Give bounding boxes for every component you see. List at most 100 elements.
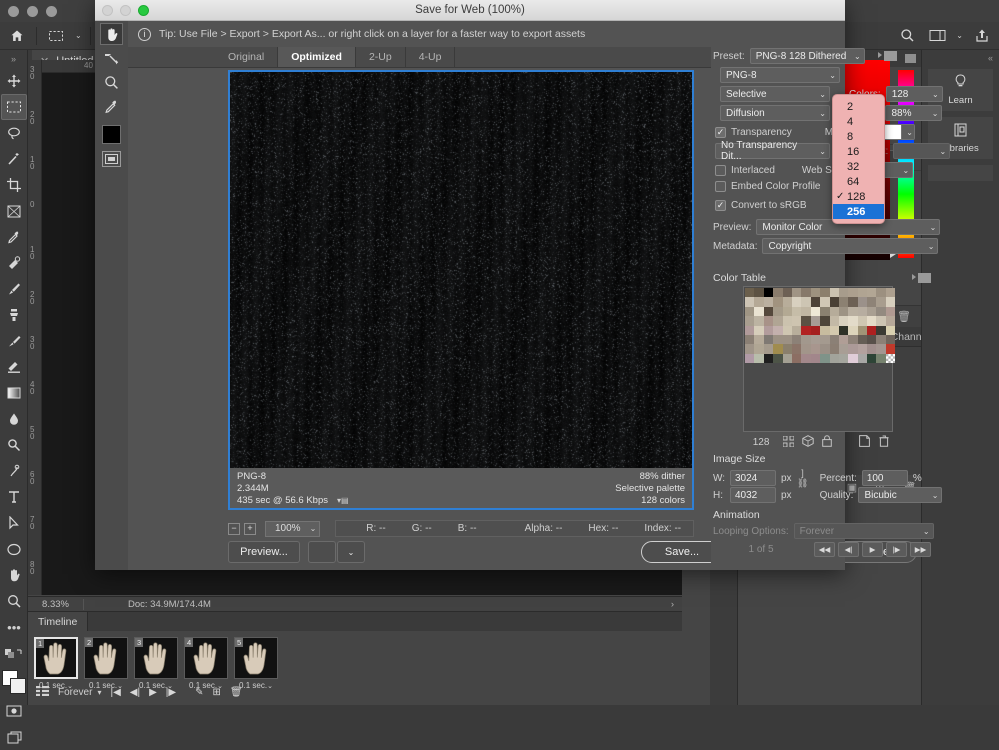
timeline-panel[interactable]: Timeline 1 0.1 sec.⌄ 2 0.1 sec.⌄ 3 0.1 sec… bbox=[28, 611, 682, 705]
search-icon[interactable] bbox=[896, 26, 918, 46]
play-icon[interactable]: ▶ bbox=[862, 542, 883, 557]
image-preview[interactable]: PNG-8 88% dither 2.344M Selective palett… bbox=[228, 70, 694, 510]
hand-tool-icon[interactable] bbox=[1, 562, 27, 588]
width-field[interactable]: 3024 bbox=[730, 470, 776, 486]
transparency-checkbox[interactable] bbox=[715, 126, 726, 138]
color-swatch[interactable] bbox=[820, 325, 830, 335]
first-frame-icon[interactable]: |◀ bbox=[110, 687, 120, 698]
color-swatch[interactable] bbox=[876, 334, 886, 345]
color-swatch[interactable] bbox=[820, 316, 830, 326]
color-swatch[interactable] bbox=[754, 344, 764, 354]
tween-icon[interactable] bbox=[36, 685, 49, 700]
color-swatch[interactable] bbox=[857, 334, 868, 345]
color-swatch[interactable] bbox=[820, 334, 830, 345]
color-swatch[interactable] bbox=[867, 306, 877, 317]
color-swatch[interactable] bbox=[763, 353, 774, 364]
color-swatch[interactable] bbox=[791, 344, 802, 354]
color-swatch[interactable] bbox=[763, 334, 774, 345]
browser-preview-icon[interactable]: ? bbox=[308, 541, 336, 563]
preview-mode-tabs[interactable]: Original Optimized 2-Up 4-Up bbox=[128, 47, 711, 68]
dodge-tool-icon[interactable] bbox=[1, 432, 27, 458]
slice-select-tool-icon[interactable] bbox=[100, 47, 123, 69]
color-swatch[interactable] bbox=[857, 288, 868, 298]
percent-field[interactable]: 100 bbox=[861, 470, 908, 486]
ellipse-tool-icon[interactable] bbox=[1, 536, 27, 562]
delete-frame-icon[interactable]: 🗑 bbox=[230, 687, 243, 698]
colors-option-2[interactable]: 2 bbox=[833, 99, 884, 114]
color-swatch[interactable] bbox=[773, 288, 783, 298]
move-tool-icon[interactable] bbox=[1, 68, 27, 94]
zoom-percentage[interactable]: 8.33% bbox=[28, 598, 84, 610]
color-swatch[interactable] bbox=[745, 334, 755, 345]
grid-icon[interactable] bbox=[779, 435, 798, 450]
colors-option-8[interactable]: 8 bbox=[833, 129, 884, 144]
color-swatch[interactable] bbox=[773, 316, 783, 326]
document-status-bar[interactable]: 8.33% Doc: 34.9M/174.4M › bbox=[28, 596, 682, 611]
color-swatch[interactable] bbox=[745, 344, 755, 354]
minimize-window-button[interactable] bbox=[120, 5, 131, 16]
blur-tool-icon[interactable] bbox=[1, 406, 27, 432]
dialog-tools-column[interactable] bbox=[95, 21, 128, 570]
chevron-down-icon[interactable]: ⌄ bbox=[75, 31, 82, 40]
color-swatch[interactable] bbox=[810, 306, 821, 317]
color-swatch[interactable] bbox=[848, 297, 858, 307]
color-swatch[interactable] bbox=[745, 297, 755, 307]
workspace-icon[interactable] bbox=[926, 26, 948, 46]
color-swatch[interactable] bbox=[763, 344, 774, 354]
color-swatch[interactable] bbox=[745, 288, 755, 298]
color-reduction-select[interactable]: Selective ⌄ bbox=[720, 86, 830, 102]
dock-item-extra[interactable] bbox=[928, 165, 993, 181]
color-swatch[interactable] bbox=[763, 316, 774, 326]
convert-srgb-checkbox[interactable] bbox=[715, 200, 726, 211]
collapse-dock-icon[interactable]: « bbox=[922, 50, 999, 63]
color-swatch[interactable] bbox=[763, 288, 774, 298]
color-swatch[interactable] bbox=[754, 353, 764, 364]
color-swatch[interactable] bbox=[801, 297, 811, 307]
eraser-tool-icon[interactable] bbox=[1, 354, 27, 380]
preview-button[interactable]: Preview... bbox=[228, 541, 300, 563]
color-swatch[interactable] bbox=[791, 316, 802, 326]
color-swatch[interactable] bbox=[829, 344, 839, 354]
screen-mode-icon[interactable] bbox=[1, 724, 27, 750]
color-swatch[interactable] bbox=[848, 325, 858, 335]
color-swatch[interactable] bbox=[745, 316, 755, 326]
color-swatch[interactable] bbox=[754, 297, 764, 307]
color-swatch[interactable] bbox=[838, 334, 849, 345]
color-swatch[interactable] bbox=[857, 325, 868, 335]
loop-options-select[interactable]: Forever ▾ bbox=[58, 687, 101, 698]
colors-option-64[interactable]: 64 bbox=[833, 174, 884, 189]
color-swatch[interactable] bbox=[754, 325, 764, 335]
color-swatch[interactable] bbox=[773, 325, 783, 335]
color-swatch[interactable] bbox=[829, 325, 839, 335]
zoom-level-select[interactable]: 100% ⌄ bbox=[265, 520, 321, 537]
quality-select[interactable]: Bicubic ⌄ bbox=[858, 487, 943, 503]
color-swatch[interactable] bbox=[838, 288, 849, 298]
timeline-controls[interactable]: Forever ▾ |◀ ◀| ▶ |▶ ✎ ⊞ 🗑 bbox=[28, 682, 682, 702]
color-swatch[interactable] bbox=[820, 344, 830, 354]
marquee-tool-icon[interactable] bbox=[45, 26, 67, 46]
tab-2-up[interactable]: 2-Up bbox=[356, 47, 406, 67]
color-swatch[interactable] bbox=[810, 353, 821, 364]
tools-panel[interactable]: » ••• bbox=[0, 50, 28, 743]
color-swatch[interactable] bbox=[810, 325, 821, 335]
color-swatch[interactable] bbox=[885, 353, 896, 364]
more-tools-icon[interactable]: ••• bbox=[1, 614, 27, 640]
color-swatch[interactable] bbox=[867, 334, 877, 345]
tab-original[interactable]: Original bbox=[215, 47, 279, 67]
color-swatch[interactable] bbox=[801, 306, 811, 317]
color-swatch[interactable] bbox=[801, 344, 811, 354]
status-expand-arrow[interactable]: › bbox=[671, 599, 682, 610]
colors-select[interactable]: 128 ⌄ bbox=[885, 86, 943, 102]
new-icon[interactable] bbox=[855, 435, 874, 450]
color-table-menu-icon[interactable] bbox=[912, 273, 931, 283]
file-format-select[interactable]: PNG-8 ⌄ bbox=[720, 67, 840, 83]
color-swatch[interactable] bbox=[829, 334, 839, 345]
foreground-background-color[interactable] bbox=[1, 669, 27, 695]
color-swatch[interactable] bbox=[782, 325, 792, 335]
color-swatch[interactable] bbox=[885, 316, 896, 326]
color-swatch[interactable] bbox=[782, 334, 792, 345]
color-swatch[interactable] bbox=[876, 325, 886, 335]
share-icon[interactable] bbox=[971, 26, 993, 46]
eyedropper-color-swatch[interactable] bbox=[102, 125, 121, 144]
color-swatch[interactable] bbox=[885, 325, 896, 335]
